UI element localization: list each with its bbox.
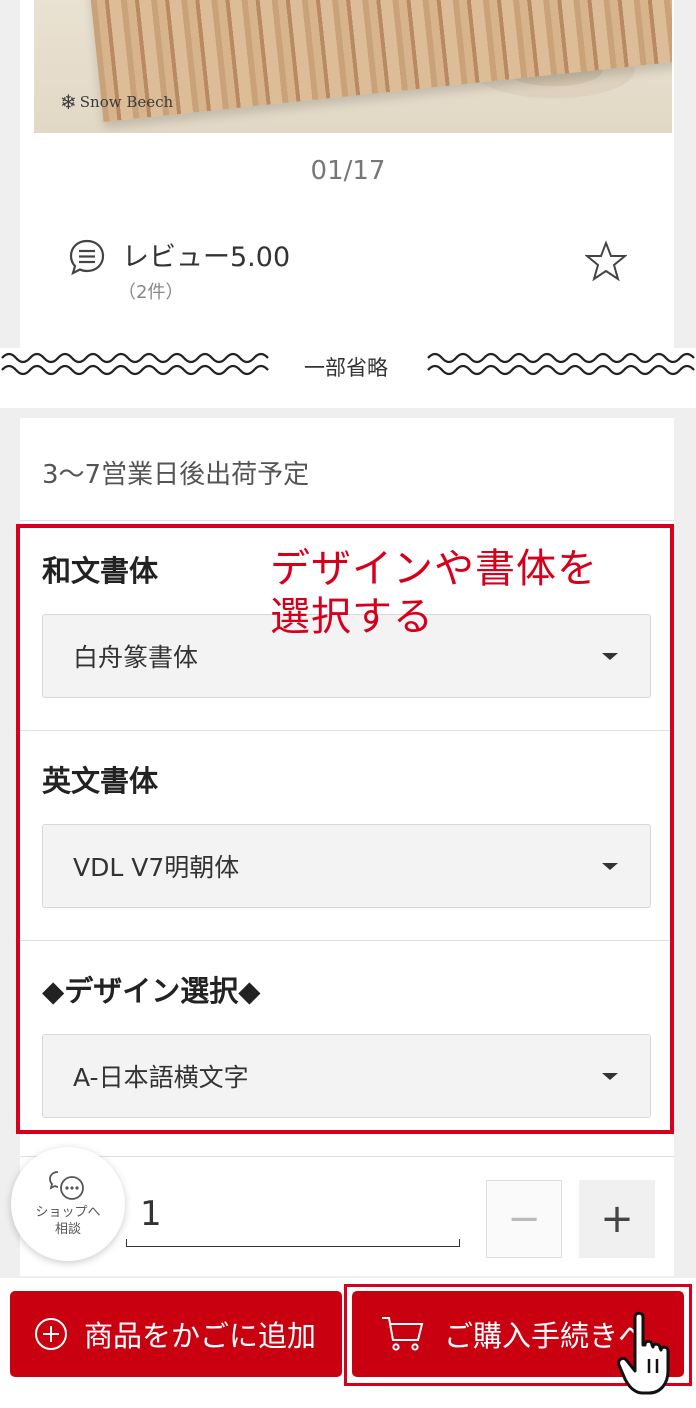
quantity-decrease-button[interactable]: −	[486, 1180, 562, 1258]
caret-down-icon	[602, 1073, 618, 1080]
favorite-star-icon[interactable]	[585, 240, 627, 282]
snowflake-icon: ❄	[60, 90, 77, 114]
select-value: 白舟篆書体	[73, 643, 199, 672]
comment-icon	[69, 239, 105, 276]
chat-label-2: 相談	[54, 1222, 81, 1237]
image-counter: 01/17	[310, 156, 386, 186]
annotation-line-1: デザインや書体を	[270, 546, 598, 592]
pointing-hand-icon	[617, 1311, 670, 1395]
quantity-increase-button[interactable]: +	[579, 1180, 655, 1258]
select-value: VDL V7明朝体	[73, 853, 240, 882]
quantity-input[interactable]: 1	[140, 1194, 162, 1234]
english-font-select[interactable]: VDL V7明朝体	[42, 824, 651, 908]
review-score: レビュー5.00	[122, 242, 291, 273]
divider	[20, 730, 674, 731]
divider	[20, 1156, 674, 1157]
brand-logo: ❄ Snow Beech	[60, 90, 173, 114]
wood-board	[87, 0, 672, 122]
caret-down-icon	[602, 653, 618, 660]
chat-label-1: ショップへ	[35, 1205, 101, 1220]
option-label: ◆デザイン選択◆	[42, 974, 261, 1008]
product-image[interactable]: ❄ Snow Beech	[34, 0, 672, 133]
chat-bubble-icon	[49, 1171, 84, 1200]
shop-chat-button[interactable]: ショップへ 相談	[11, 1147, 125, 1261]
design-select[interactable]: A-日本語横文字	[42, 1034, 651, 1118]
brand-logo-text: Snow Beech	[79, 93, 174, 111]
annotation-line-2: 選択する	[270, 594, 434, 640]
divider	[20, 520, 674, 521]
review-count: （2件）	[118, 282, 184, 303]
add-to-cart-label: 商品をかごに追加	[84, 1319, 317, 1353]
select-value: A-日本語横文字	[73, 1063, 249, 1092]
review-summary[interactable]: レビュー5.00 （2件）	[68, 238, 290, 304]
plus-circle-icon	[35, 1318, 67, 1350]
shipping-estimate: 3〜7営業日後出荷予定	[42, 460, 310, 490]
omission-label: 一部省略	[300, 352, 392, 382]
divider	[20, 940, 674, 941]
quantity-underline	[126, 1239, 460, 1247]
caret-down-icon	[602, 863, 618, 870]
option-label: 英文書体	[42, 764, 159, 798]
add-to-cart-button[interactable]: 商品をかごに追加	[10, 1291, 342, 1377]
option-label: 和文書体	[42, 554, 159, 588]
annotation-text: デザインや書体を 選択する	[270, 545, 598, 641]
